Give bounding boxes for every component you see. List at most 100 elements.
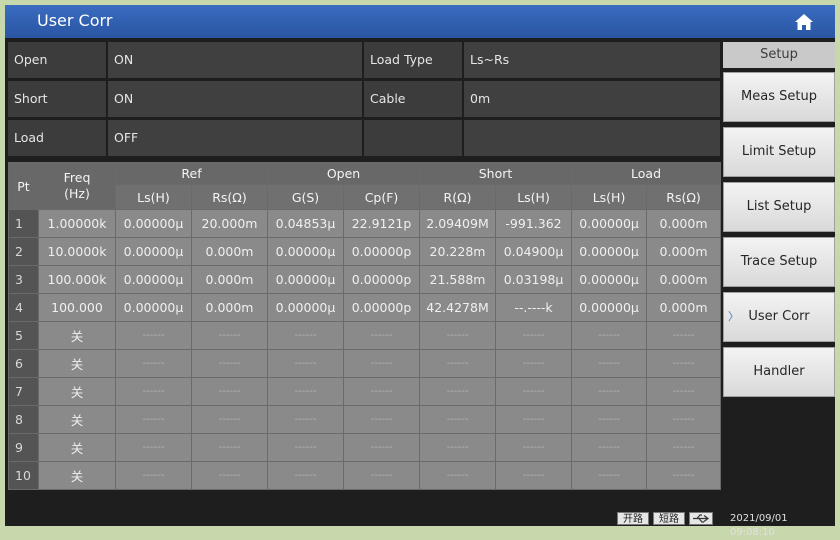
- open-cp-cell[interactable]: ------: [342, 377, 421, 406]
- ref-rs-cell[interactable]: ------: [191, 461, 268, 490]
- open-cp-cell[interactable]: 22.9121p: [342, 209, 421, 238]
- limit-setup-button[interactable]: Limit Setup: [723, 127, 835, 177]
- ref-rs-cell[interactable]: 0.000m: [191, 265, 268, 294]
- short-r-cell[interactable]: 20.228m: [419, 237, 497, 266]
- short-ls-cell[interactable]: ------: [495, 433, 573, 462]
- user-corr-button[interactable]: 〉 User Corr: [723, 292, 835, 342]
- cable-value[interactable]: 0m: [464, 81, 720, 117]
- freq-cell[interactable]: 10.0000k: [38, 237, 116, 266]
- open-cp-cell[interactable]: ------: [342, 405, 421, 434]
- table-row[interactable]: 10 关 ------ ------ ------ ------ ------ ------ -…: [8, 461, 722, 490]
- load-rs-cell[interactable]: 0.000m: [646, 209, 722, 238]
- load-rs-cell[interactable]: ------: [646, 433, 722, 462]
- table-row[interactable]: 9 关 ------ ------ ------ ------ ------ ------ --…: [8, 433, 722, 462]
- short-ls-cell[interactable]: ------: [495, 405, 573, 434]
- freq-cell[interactable]: 关: [38, 377, 116, 406]
- list-setup-button[interactable]: List Setup: [723, 182, 835, 232]
- ref-rs-cell[interactable]: ------: [191, 349, 268, 378]
- freq-cell[interactable]: 关: [38, 461, 116, 490]
- load-ls-cell[interactable]: 0.00000μ: [571, 265, 648, 294]
- ref-rs-cell[interactable]: ------: [191, 405, 268, 434]
- freq-cell[interactable]: 关: [38, 349, 116, 378]
- load-ls-cell[interactable]: ------: [571, 349, 648, 378]
- load-rs-cell[interactable]: ------: [646, 321, 722, 350]
- short-value[interactable]: ON: [108, 81, 362, 117]
- table-row[interactable]: 5 关 ------ ------ ------ ------ ------ ------ --…: [8, 321, 722, 350]
- freq-cell[interactable]: 100.000k: [38, 265, 116, 294]
- table-row[interactable]: 1 1.00000k 0.00000μ 20.000m 0.04853μ 22.9121p…: [8, 209, 722, 238]
- load-rs-cell[interactable]: ------: [646, 461, 722, 490]
- freq-cell[interactable]: 关: [38, 321, 116, 350]
- freq-cell[interactable]: 关: [38, 405, 116, 434]
- ref-rs-cell[interactable]: ------: [191, 377, 268, 406]
- load-ls-cell[interactable]: ------: [571, 377, 648, 406]
- short-r-cell[interactable]: ------: [419, 405, 497, 434]
- open-g-cell[interactable]: 0.00000μ: [267, 237, 344, 266]
- ref-ls-cell[interactable]: ------: [115, 405, 192, 434]
- open-cp-cell[interactable]: 0.00000p: [342, 265, 421, 294]
- open-cp-cell[interactable]: ------: [342, 461, 421, 490]
- freq-cell[interactable]: 100.000: [38, 293, 116, 322]
- load-ls-cell[interactable]: ------: [571, 405, 648, 434]
- ref-ls-cell[interactable]: ------: [115, 321, 192, 350]
- short-r-cell[interactable]: ------: [419, 349, 497, 378]
- load-ls-cell[interactable]: 0.00000μ: [571, 237, 648, 266]
- table-row[interactable]: 7 关 ------ ------ ------ ------ ------ ------ --…: [8, 377, 722, 406]
- open-g-cell[interactable]: ------: [267, 349, 344, 378]
- short-r-cell[interactable]: 21.588m: [419, 265, 497, 294]
- load-type-value[interactable]: Ls~Rs: [464, 42, 720, 78]
- open-value[interactable]: ON: [108, 42, 362, 78]
- table-row[interactable]: 6 关 ------ ------ ------ ------ ------ ------ --…: [8, 349, 722, 378]
- ref-ls-cell[interactable]: 0.00000μ: [115, 293, 192, 322]
- table-row[interactable]: 2 10.0000k 0.00000μ 0.000m 0.00000μ 0.00000p 2…: [8, 237, 722, 266]
- open-g-cell[interactable]: ------: [267, 405, 344, 434]
- load-rs-cell[interactable]: ------: [646, 377, 722, 406]
- short-ls-cell[interactable]: ------: [495, 321, 573, 350]
- ref-ls-cell[interactable]: ------: [115, 377, 192, 406]
- open-cp-cell[interactable]: 0.00000p: [342, 237, 421, 266]
- short-ls-cell[interactable]: 0.04900μ: [495, 237, 573, 266]
- short-r-cell[interactable]: ------: [419, 461, 497, 490]
- load-value[interactable]: OFF: [108, 120, 362, 156]
- home-button[interactable]: [793, 11, 815, 33]
- load-ls-cell[interactable]: ------: [571, 433, 648, 462]
- ref-rs-cell[interactable]: 0.000m: [191, 237, 268, 266]
- ref-ls-cell[interactable]: 0.00000μ: [115, 209, 192, 238]
- ref-rs-cell[interactable]: ------: [191, 321, 268, 350]
- short-ls-cell[interactable]: ------: [495, 377, 573, 406]
- load-ls-cell[interactable]: ------: [571, 321, 648, 350]
- freq-cell[interactable]: 关: [38, 433, 116, 462]
- load-rs-cell[interactable]: 0.000m: [646, 265, 722, 294]
- short-r-cell[interactable]: ------: [419, 377, 497, 406]
- short-ls-cell[interactable]: -991.362: [495, 209, 573, 238]
- load-rs-cell[interactable]: ------: [646, 405, 722, 434]
- open-g-cell[interactable]: 0.00000μ: [267, 265, 344, 294]
- short-r-cell[interactable]: 2.09409M: [419, 209, 497, 238]
- ref-ls-cell[interactable]: 0.00000μ: [115, 237, 192, 266]
- load-rs-cell[interactable]: ------: [646, 349, 722, 378]
- open-g-cell[interactable]: 0.04853μ: [267, 209, 344, 238]
- freq-cell[interactable]: 1.00000k: [38, 209, 116, 238]
- ref-ls-cell[interactable]: ------: [115, 349, 192, 378]
- load-ls-cell[interactable]: ------: [571, 461, 648, 490]
- short-r-cell[interactable]: ------: [419, 433, 497, 462]
- short-ls-cell[interactable]: 0.03198μ: [495, 265, 573, 294]
- ref-ls-cell[interactable]: 0.00000μ: [115, 265, 192, 294]
- ref-ls-cell[interactable]: ------: [115, 433, 192, 462]
- open-g-cell[interactable]: ------: [267, 461, 344, 490]
- ref-rs-cell[interactable]: 0.000m: [191, 293, 268, 322]
- open-cp-cell[interactable]: ------: [342, 349, 421, 378]
- open-cp-cell[interactable]: ------: [342, 321, 421, 350]
- short-ls-cell[interactable]: --.----k: [495, 293, 573, 322]
- short-r-cell[interactable]: ------: [419, 321, 497, 350]
- short-ls-cell[interactable]: ------: [495, 349, 573, 378]
- ref-ls-cell[interactable]: ------: [115, 461, 192, 490]
- meas-setup-button[interactable]: Meas Setup: [723, 72, 835, 122]
- ref-rs-cell[interactable]: ------: [191, 433, 268, 462]
- open-g-cell[interactable]: ------: [267, 321, 344, 350]
- short-r-cell[interactable]: 42.4278M: [419, 293, 497, 322]
- open-g-cell[interactable]: ------: [267, 377, 344, 406]
- load-ls-cell[interactable]: 0.00000μ: [571, 209, 648, 238]
- open-g-cell[interactable]: ------: [267, 433, 344, 462]
- table-row[interactable]: 4 100.000 0.00000μ 0.000m 0.00000μ 0.00000p 42…: [8, 293, 722, 322]
